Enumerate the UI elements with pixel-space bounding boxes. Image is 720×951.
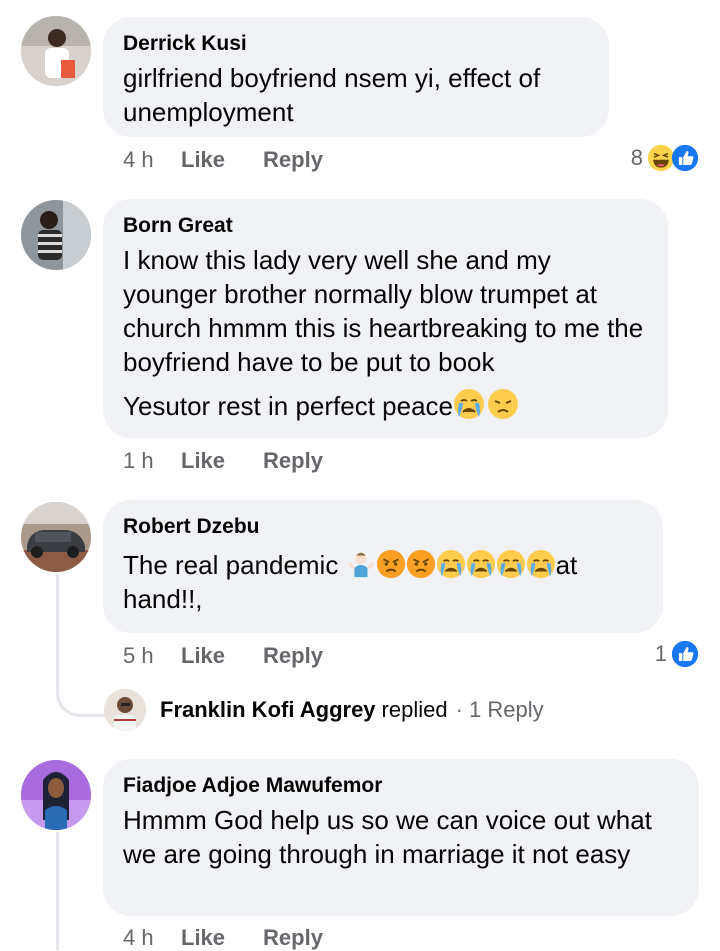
shrug-emoji: [346, 549, 376, 579]
comment-text-before: The real pandemic: [123, 550, 346, 580]
comment-actions: 5 h Like Reply: [123, 643, 361, 669]
angry-face-emoji: [406, 549, 436, 579]
comment-text: The real pandemic at hand!!,: [123, 548, 643, 616]
comment-text: I know this lady very well she and my yo…: [123, 243, 648, 423]
reply-word: replied: [381, 697, 448, 722]
view-replies-link[interactable]: Franklin Kofi Aggrey replied · 1 Reply: [104, 688, 544, 732]
reply-button[interactable]: Reply: [263, 925, 323, 951]
crying-face-emoji: [466, 549, 496, 579]
comment-actions: 4 h Like Reply: [123, 147, 361, 173]
avatar[interactable]: [21, 200, 91, 270]
comment-time[interactable]: 4 h: [123, 925, 181, 951]
crying-face-emoji: [526, 549, 556, 579]
comment-paragraph: I know this lady very well she and my yo…: [123, 245, 644, 377]
comment-time[interactable]: 5 h: [123, 643, 181, 669]
avatar[interactable]: [21, 760, 91, 830]
comment-paragraph-2: Yesutor rest in perfect peace: [123, 388, 648, 423]
reply-button[interactable]: Reply: [263, 147, 323, 173]
thread-line: [56, 574, 105, 717]
comment-author[interactable]: Fiadjoe Adjoe Mawufemor: [123, 773, 679, 799]
angry-face-emoji: [376, 549, 406, 579]
comment-text: girlfriend boyfriend nsem yi, effect of …: [123, 61, 589, 129]
comment-paragraph: girlfriend boyfriend nsem yi, effect of …: [123, 63, 541, 127]
avatar[interactable]: [21, 16, 91, 86]
comment-author[interactable]: Born Great: [123, 213, 648, 239]
reply-button[interactable]: Reply: [263, 643, 323, 669]
avatar-photo: [21, 760, 91, 830]
comment-author[interactable]: Robert Dzebu: [123, 514, 643, 540]
comment-bubble: Fiadjoe Adjoe Mawufemor Hmmm God help us…: [103, 759, 699, 916]
comment-bubble: Robert Dzebu The real pandemic at hand!!…: [103, 500, 663, 633]
disappointed-face-emoji: [487, 388, 519, 420]
comment-text: Hmmm God help us so we can voice out wha…: [123, 803, 679, 871]
avatar-photo: [21, 200, 91, 270]
reply-button[interactable]: Reply: [263, 448, 323, 474]
comment-author[interactable]: Derrick Kusi: [123, 31, 589, 57]
crying-face-emoji: [453, 388, 485, 420]
avatar[interactable]: [21, 502, 91, 572]
comment-paragraph: Hmmm God help us so we can voice out wha…: [123, 805, 652, 869]
reaction-count: 1: [654, 641, 667, 666]
comment-actions: 1 h Like Reply: [123, 448, 361, 474]
like-icon: [671, 144, 699, 172]
comment-time[interactable]: 1 h: [123, 448, 181, 474]
comment-actions: 4 h Like Reply: [123, 925, 361, 951]
reply-count: · 1 Reply: [455, 697, 544, 722]
comment-time[interactable]: 4 h: [123, 147, 181, 173]
like-button[interactable]: Like: [181, 643, 225, 669]
reply-author: Franklin Kofi Aggrey: [160, 697, 376, 722]
reaction-summary[interactable]: 1: [655, 640, 699, 668]
like-icon: [671, 640, 699, 668]
comment-bubble: Derrick Kusi girlfriend boyfriend nsem y…: [103, 17, 609, 137]
avatar-photo: [21, 16, 91, 86]
comment-bubble: Born Great I know this lady very well sh…: [103, 199, 668, 438]
thread-line: [56, 832, 59, 950]
like-button[interactable]: Like: [181, 925, 225, 951]
avatar: [104, 689, 146, 731]
reaction-count: 8: [630, 145, 643, 170]
crying-face-emoji: [496, 549, 526, 579]
comment-paragraph-text: Yesutor rest in perfect peace: [123, 391, 454, 421]
reaction-summary[interactable]: 8: [631, 144, 699, 172]
like-button[interactable]: Like: [181, 448, 225, 474]
like-button[interactable]: Like: [181, 147, 225, 173]
avatar-photo: [21, 502, 91, 572]
crying-face-emoji: [436, 549, 466, 579]
avatar-photo: [104, 689, 146, 731]
